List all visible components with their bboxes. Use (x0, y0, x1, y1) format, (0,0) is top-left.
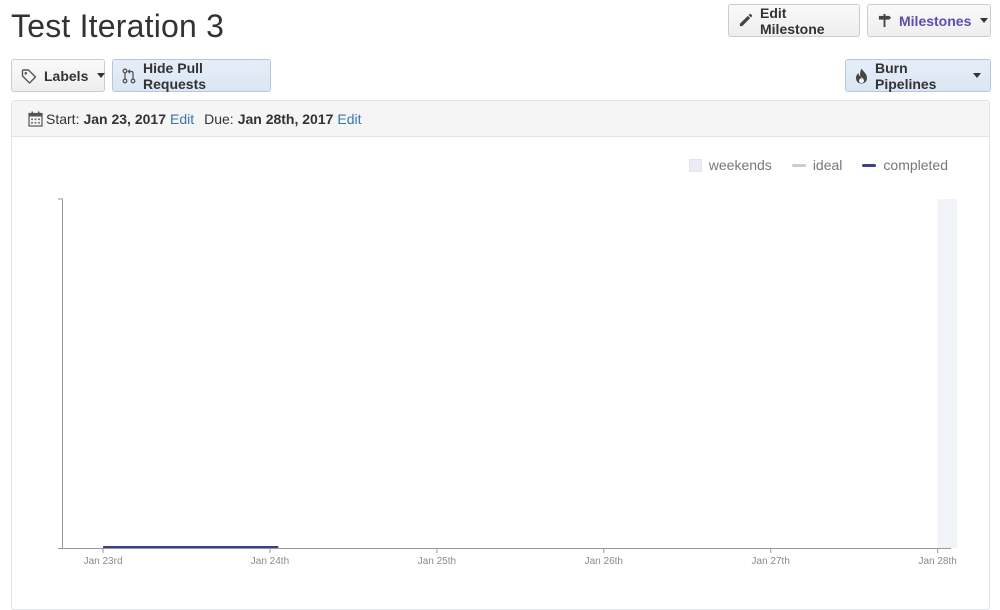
x-tick-label: Jan 25th (418, 556, 456, 567)
x-tick-label: Jan 24th (251, 556, 289, 567)
weekend-band (937, 199, 957, 548)
x-tick-label: Jan 27th (752, 556, 790, 567)
x-tick-label: Jan 23rd (84, 556, 123, 567)
weekend-bands (937, 199, 957, 548)
x-tick-label: Jan 28th (918, 556, 956, 567)
x-axis-ticks: Jan 23rd Jan 24th Jan 25th Jan 26th Jan 27th… (84, 548, 957, 567)
burndown-chart: Jan 23rd Jan 24th Jan 25th Jan 26th Jan 27th… (58, 198, 957, 567)
x-tick-label: Jan 26th (585, 556, 623, 567)
